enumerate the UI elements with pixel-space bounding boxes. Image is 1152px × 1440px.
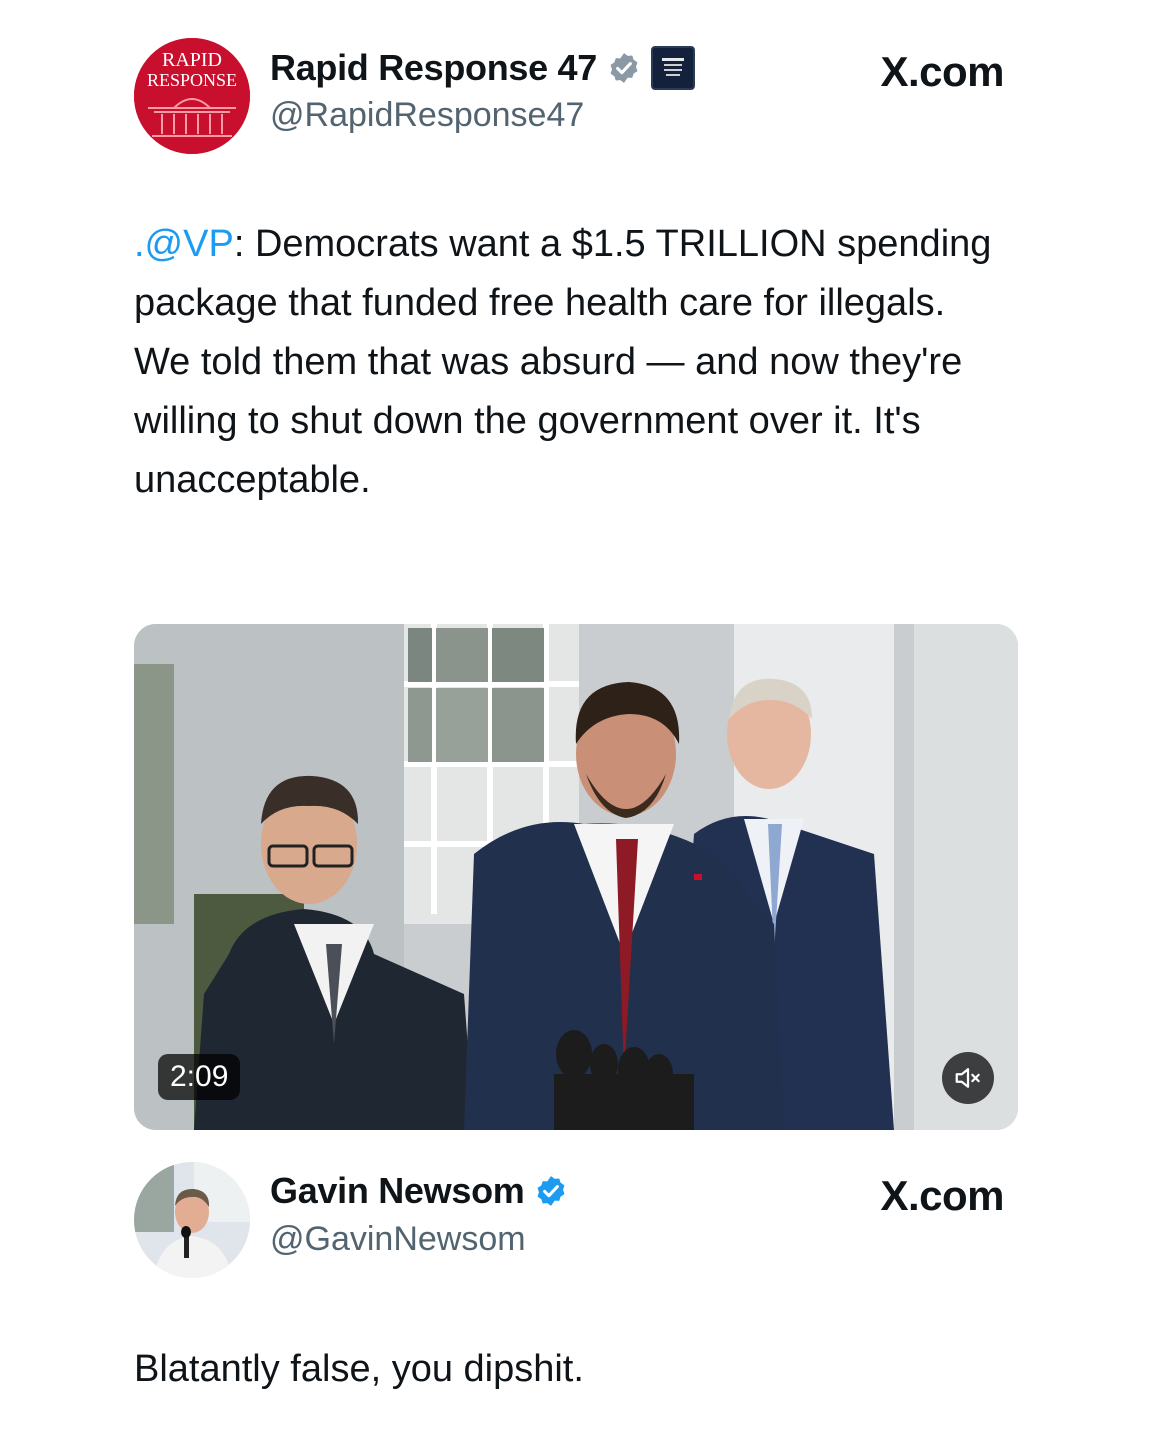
newsom-avatar[interactable] [134,1162,250,1278]
mute-button[interactable] [942,1052,994,1104]
profile-photo-icon [134,1162,250,1278]
svg-text:RESPONSE: RESPONSE [147,70,237,90]
handle[interactable]: @GavinNewsom [270,1220,526,1259]
video-duration: 2:09 [158,1054,241,1100]
tweet-header-rapidresponse: RAPID RESPONSE Rapid Response 47 @RapidR… [134,38,1004,154]
verified-badge-icon [610,53,638,83]
display-name[interactable]: Rapid Response 47 [270,47,597,89]
svg-text:RAPID: RAPID [162,49,222,71]
rapidresponse-avatar[interactable]: RAPID RESPONSE [134,38,250,154]
tweet-header-newsom: Gavin Newsom @GavinNewsom X.com [134,1162,1004,1278]
speaker-muted-icon [955,1068,980,1088]
source-label: X.com [880,48,1004,95]
white-house-logo-icon: RAPID RESPONSE [134,38,250,154]
tweet-text: .@VP: Democrats want a $1.5 TRILLION spe… [134,215,1004,510]
tweet-text: Blatantly false, you dipshit. [134,1340,1004,1399]
verified-badge-icon [538,1176,565,1206]
display-name[interactable]: Gavin Newsom [270,1170,525,1212]
video-player[interactable]: 2:09 [134,624,1018,1130]
video-frame-image [134,624,1018,1130]
tweet-body: : Democrats want a $1.5 TRILLION spendin… [134,223,992,501]
vp-mention-link[interactable]: .@VP [134,223,234,265]
tweet-body: Blatantly false, you dipshit. [134,1348,584,1390]
handle[interactable]: @RapidResponse47 [270,96,584,135]
source-label: X.com [880,1172,1004,1219]
white-house-affiliation-icon[interactable] [651,46,696,90]
